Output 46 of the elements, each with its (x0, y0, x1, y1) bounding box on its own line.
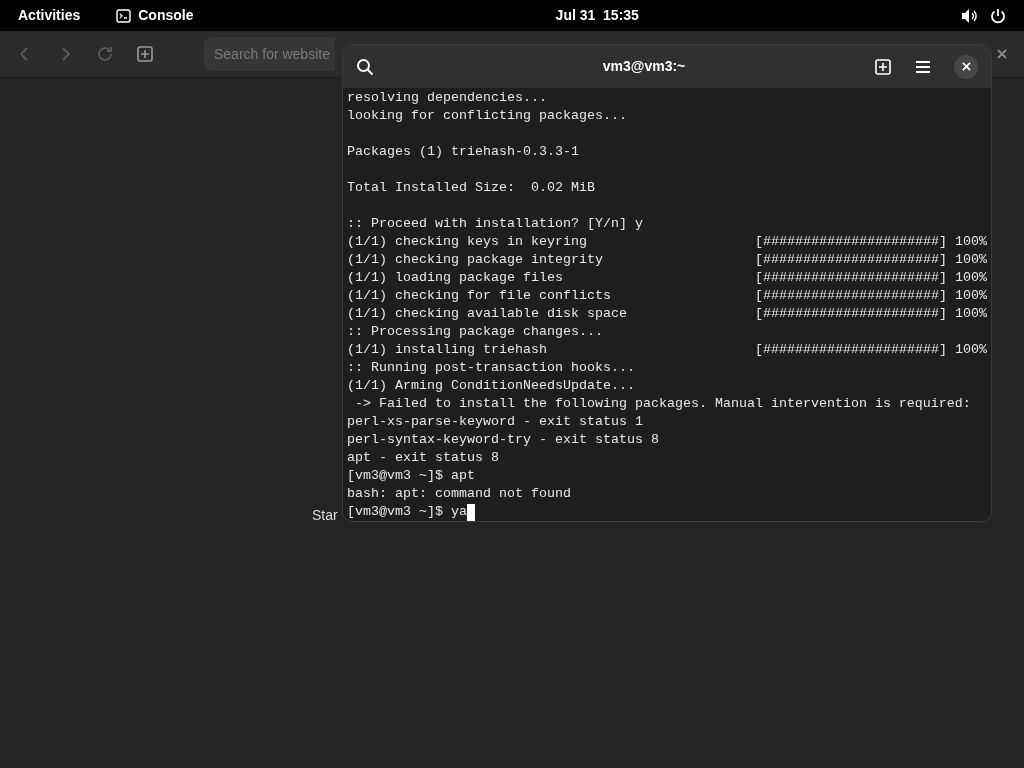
progress-percent: 100% (954, 341, 987, 359)
terminal-line: (1/1) installing triehash (347, 341, 547, 359)
volume-icon[interactable] (961, 7, 978, 24)
search-icon[interactable] (356, 57, 374, 76)
terminal-line: (1/1) loading package files (347, 269, 563, 287)
progress-percent: 100% (954, 287, 987, 305)
terminal-line: (1/1) Arming ConditionNeedsUpdate... (347, 377, 635, 395)
clock[interactable]: Jul 31 15:35 (555, 5, 639, 26)
terminal-line: :: Proceed with installation? [Y/n] y (347, 215, 643, 233)
terminal-line: Total Installed Size: 0.02 MiB (347, 179, 595, 197)
terminal-line: [vm3@vm3 ~]$ ya (347, 503, 467, 521)
terminal-line: bash: apt: command not found (347, 485, 571, 503)
progress-bar-text: [######################] (755, 341, 947, 359)
terminal-line: (1/1) checking available disk space (347, 305, 627, 323)
window-title: vm3@vm3:~ (602, 57, 686, 76)
terminal-line: apt - exit status 8 (347, 449, 499, 467)
terminal-line: :: Running post-transaction hooks... (347, 359, 635, 377)
progress-bar-text: [######################] (755, 287, 947, 305)
terminal-line: (1/1) checking for file conflicts (347, 287, 611, 305)
activities-button[interactable]: Activities (18, 5, 81, 26)
terminal-line: [vm3@vm3 ~]$ apt (347, 467, 475, 485)
text-cursor (467, 503, 475, 521)
page-text: Star (312, 506, 338, 525)
progress-bar-text: [######################] (755, 269, 947, 287)
terminal-line: -> Failed to install the following packages. Manual intervention is required: (354, 395, 971, 413)
terminal-line: (1/1) checking package integrity (347, 251, 603, 269)
close-button[interactable] (954, 54, 978, 79)
terminal-line: looking for conflicting packages... (347, 107, 627, 125)
close-icon[interactable] (996, 48, 1008, 60)
terminal-line: perl-xs-parse-keyword - exit status 1 (347, 413, 643, 431)
progress-bar-text: [######################] (755, 233, 947, 251)
progress-bar-text: [######################] (755, 305, 947, 323)
terminal-icon (116, 8, 132, 23)
progress-bar-text: [######################] (755, 251, 947, 269)
terminal-line: :: Processing package changes... (347, 323, 603, 341)
progress-percent: 100% (954, 269, 987, 287)
progress-percent: 100% (954, 305, 987, 323)
terminal-line: resolving dependencies... (347, 89, 547, 107)
app-menu[interactable]: Console (138, 5, 194, 26)
terminal-line: Packages (1) triehash-0.3.3-1 (347, 143, 579, 161)
progress-percent: 100% (954, 233, 987, 251)
terminal-line: (1/1) checking keys in keyring (347, 233, 587, 251)
power-icon[interactable] (990, 7, 1006, 24)
terminal-line: perl-syntax-keyword-try - exit status 8 (347, 431, 659, 449)
close-icon (961, 62, 971, 71)
progress-percent: 100% (954, 251, 987, 269)
